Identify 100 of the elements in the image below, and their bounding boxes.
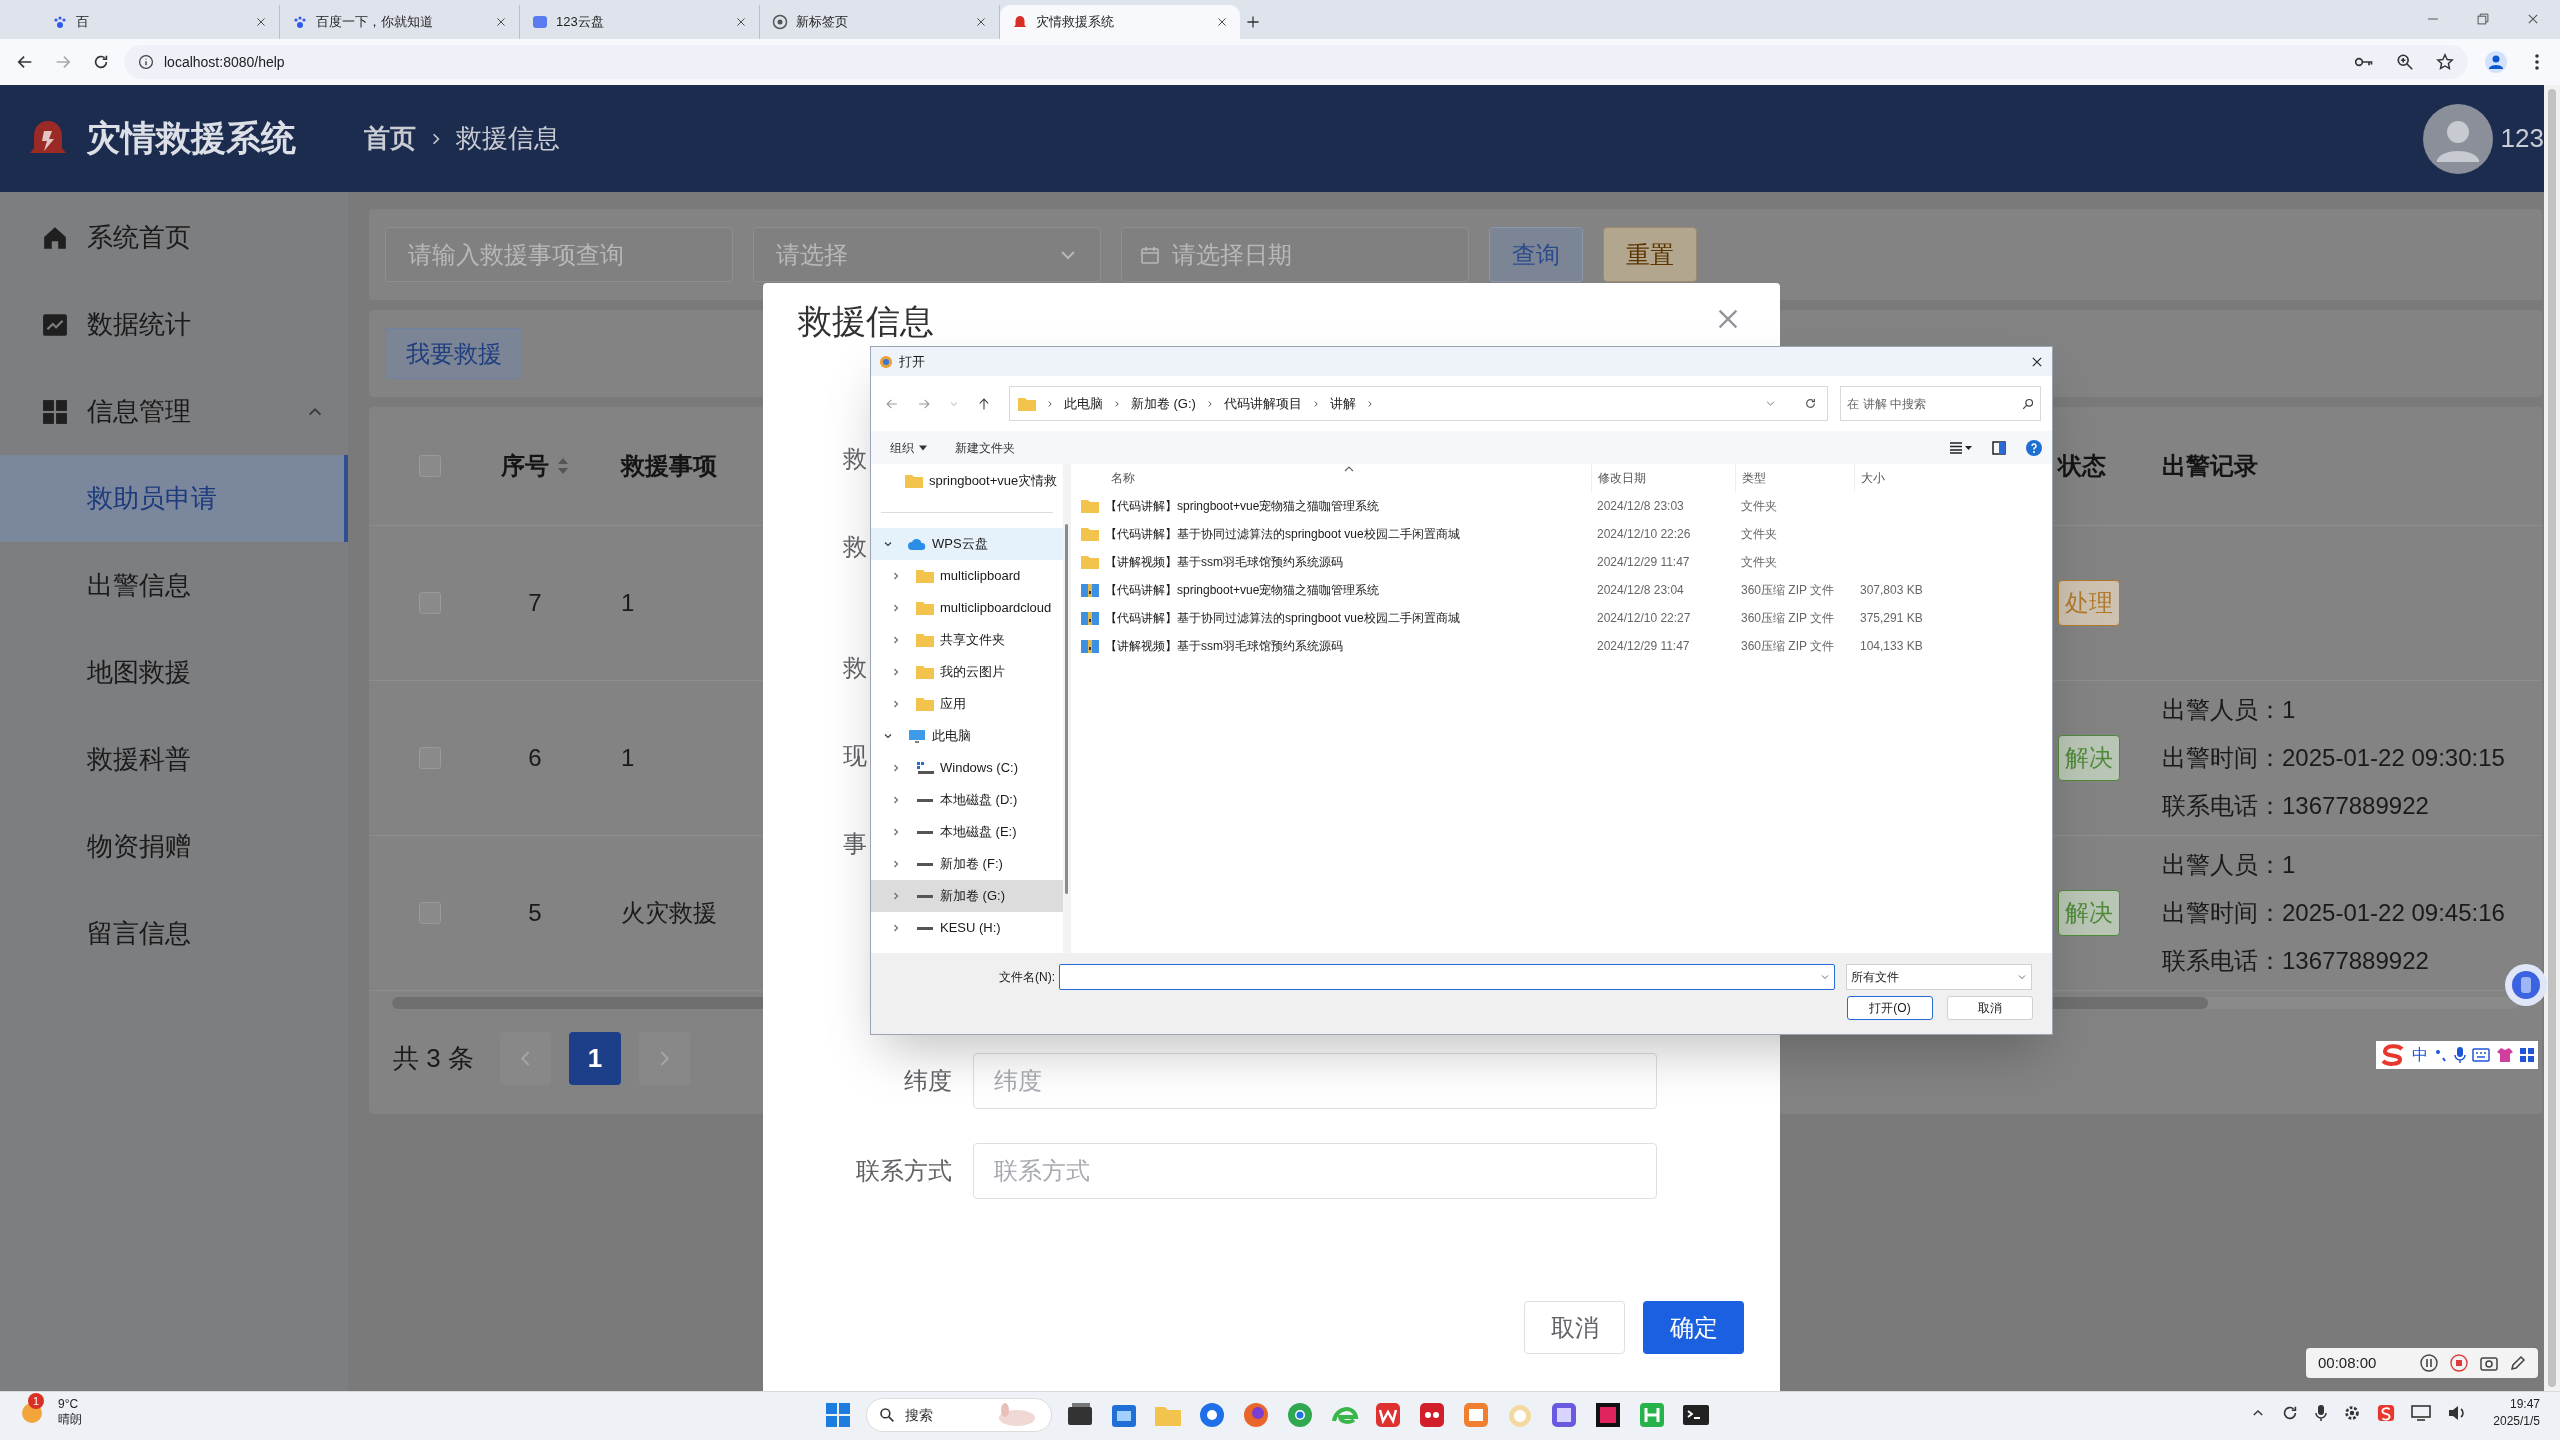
sidebar-item[interactable]: 救援科普 — [0, 716, 348, 803]
chevron-right-icon[interactable] — [891, 763, 901, 773]
nav-tree-item[interactable]: 本地磁盘 (D:) — [871, 784, 1063, 816]
nav-tree-item[interactable]: WPS云盘 — [871, 528, 1063, 560]
sidebar-item[interactable]: 出警信息 — [0, 542, 348, 629]
new-tab-icon[interactable] — [1246, 15, 1260, 29]
column-header[interactable]: 名称 — [1071, 469, 1591, 487]
address-bar[interactable]: localhost:8080/help — [124, 45, 2468, 79]
path-segment[interactable]: 代码讲解项目 — [1223, 393, 1302, 414]
tree-scrollbar[interactable] — [1065, 523, 1068, 894]
filename-field[interactable] — [1059, 964, 1835, 990]
column-header[interactable]: 修改日期 — [1591, 464, 1735, 492]
chevron-right-icon[interactable] — [891, 923, 901, 933]
page-button[interactable]: 1 — [568, 1032, 621, 1085]
ime-logo-icon[interactable] — [2380, 1044, 2406, 1066]
chevron-right-icon[interactable] — [891, 859, 901, 869]
nav-tree-item[interactable]: Windows (C:) — [871, 752, 1063, 784]
chevron-right-icon[interactable] — [891, 635, 901, 645]
nav-tree-item[interactable]: 我的云图片 — [871, 656, 1063, 688]
microphone-icon[interactable] — [2454, 1046, 2466, 1064]
file-row[interactable]: 【代码讲解】基于协同过滤算法的springboot vue校园二手闲置商城 2024/12/10 22:26 文件夹 — [1071, 520, 2052, 548]
dialog-button[interactable]: 确定 — [1643, 1301, 1744, 1354]
chevron-down-icon[interactable] — [883, 539, 893, 549]
chevron-right-icon[interactable] — [891, 795, 901, 805]
search-field[interactable]: 请输入救援事项查询 — [385, 227, 733, 282]
sidebar-item[interactable]: 留言信息 — [0, 890, 348, 977]
chevron-right-icon[interactable] — [891, 827, 901, 837]
nav-tree-item[interactable]: KESU (H:) — [871, 912, 1063, 944]
clock[interactable]: 19:47 2025/1/5 — [2493, 1396, 2540, 1430]
sidebar-item[interactable]: 信息管理 — [0, 368, 348, 455]
profile-icon[interactable] — [2484, 50, 2508, 74]
column-header[interactable]: 序号 — [501, 448, 549, 484]
list-view-icon[interactable] — [1950, 441, 1972, 454]
network-icon[interactable] — [2411, 1404, 2432, 1422]
preview-pane-icon[interactable] — [1992, 440, 2006, 455]
breadcrumb-item[interactable]: 首页 — [364, 119, 416, 158]
pause-icon[interactable] — [2420, 1354, 2438, 1372]
avatar-icon[interactable] — [2422, 103, 2493, 174]
dialog-button[interactable]: 取消 — [1524, 1301, 1625, 1354]
ime-mode[interactable]: 中 — [2412, 1043, 2428, 1067]
path-segment[interactable]: 此电脑 — [1063, 393, 1103, 414]
close-icon[interactable] — [1216, 16, 1228, 28]
ime-logo-icon[interactable] — [2377, 1404, 2396, 1422]
back-icon[interactable] — [16, 53, 34, 71]
search-field[interactable]: 在 讲解 中搜索 — [1840, 386, 2041, 421]
punctuation-icon[interactable] — [2434, 1047, 2448, 1063]
nav-tree-item[interactable]: multiclipboard — [871, 560, 1063, 592]
close-icon[interactable] — [255, 16, 267, 28]
chevron-right-icon[interactable] — [891, 891, 901, 901]
nav-tree-item[interactable]: 此电脑 — [871, 720, 1063, 752]
dialog-button[interactable]: 打开(O) — [1847, 996, 1933, 1020]
text-field[interactable]: 纬度 — [973, 1053, 1657, 1109]
column-header[interactable]: 大小 — [1854, 464, 1934, 492]
sidebar-item[interactable]: 数据统计 — [0, 281, 348, 368]
chevron-right-icon[interactable] — [891, 699, 901, 709]
camera-icon[interactable] — [2480, 1355, 2498, 1371]
toolbar-button[interactable]: 组织 — [890, 438, 927, 457]
sidebar-item[interactable]: 地图救援 — [0, 629, 348, 716]
close-icon[interactable] — [975, 16, 987, 28]
close-icon[interactable] — [495, 16, 507, 28]
floating-ball-icon[interactable] — [2504, 963, 2548, 1007]
nav-tree-item[interactable]: 新加卷 (G:) — [871, 880, 1063, 912]
toolbar-button[interactable]: 新建文件夹 — [955, 438, 1015, 457]
shirt-icon[interactable] — [2496, 1047, 2514, 1063]
nav-tree-item[interactable]: 新加卷 (F:) — [871, 848, 1063, 880]
keyboard-icon[interactable] — [2472, 1048, 2490, 1062]
help-icon[interactable] — [2026, 439, 2042, 456]
refresh-icon[interactable] — [1804, 397, 1818, 410]
close-icon[interactable] — [735, 16, 747, 28]
path-segment[interactable]: 讲解 — [1329, 393, 1356, 414]
stop-icon[interactable] — [2450, 1354, 2468, 1372]
nav-tree-item[interactable]: springboot+vue灾情救 — [871, 465, 1063, 497]
chevron-right-icon[interactable] — [891, 571, 901, 581]
search-button[interactable]: 重置 — [1603, 227, 1697, 282]
dialog-button[interactable]: 取消 — [1947, 996, 2033, 1020]
nav-tree-item[interactable]: 共享文件夹 — [871, 624, 1063, 656]
sidebar-item[interactable]: 系统首页 — [0, 194, 348, 281]
path-segment[interactable]: 新加卷 (G:) — [1130, 393, 1196, 414]
nav-tree-item[interactable]: 本地磁盘 (E:) — [871, 816, 1063, 848]
gear-icon[interactable] — [2343, 1404, 2362, 1422]
file-row[interactable]: 【代码讲解】springboot+vue宠物猫之猫咖管理系统 2024/12/8 23:04 360压缩 ZIP 文件 307,803 KB — [1071, 576, 2052, 604]
taskbar-search[interactable]: 搜索 — [866, 1398, 1052, 1432]
chevron-right-icon[interactable] — [891, 603, 901, 613]
grid-icon[interactable] — [2520, 1048, 2534, 1062]
sidebar-item[interactable]: 物资捐赠 — [0, 803, 348, 890]
file-row[interactable]: 【代码讲解】基于协同过滤算法的springboot vue校园二手闲置商城 2024/12/10 22:27 360压缩 ZIP 文件 375,291 KB — [1071, 604, 2052, 632]
pen-icon[interactable] — [2510, 1355, 2526, 1371]
menu-icon[interactable] — [2534, 53, 2540, 71]
file-row[interactable]: 【代码讲解】springboot+vue宠物猫之猫咖管理系统 2024/12/8 23:03 文件夹 — [1071, 492, 2052, 520]
vertical-scrollbar[interactable] — [2548, 89, 2556, 1387]
nav-tree-item[interactable]: 应用 — [871, 688, 1063, 720]
reload-icon[interactable] — [92, 53, 110, 71]
nav-tree-item[interactable]: multiclipboardcloud — [871, 592, 1063, 624]
file-row[interactable]: 【讲解视频】基于ssm羽毛球馆预约系统源码 2024/12/29 11:47 360压缩 ZIP 文件 104,133 KB — [1071, 632, 2052, 660]
restore-icon[interactable] — [2476, 12, 2490, 26]
file-row[interactable]: 【讲解视频】基于ssm羽毛球馆预约系统源码 2024/12/29 11:47 文件夹 — [1071, 548, 2052, 576]
file-type-dropdown[interactable]: 所有文件 — [1846, 964, 2032, 990]
zoom-icon[interactable] — [2396, 53, 2414, 71]
browser-tab[interactable]: 灾情救援系统 — [1000, 5, 1240, 39]
microphone-icon[interactable] — [2315, 1404, 2328, 1422]
